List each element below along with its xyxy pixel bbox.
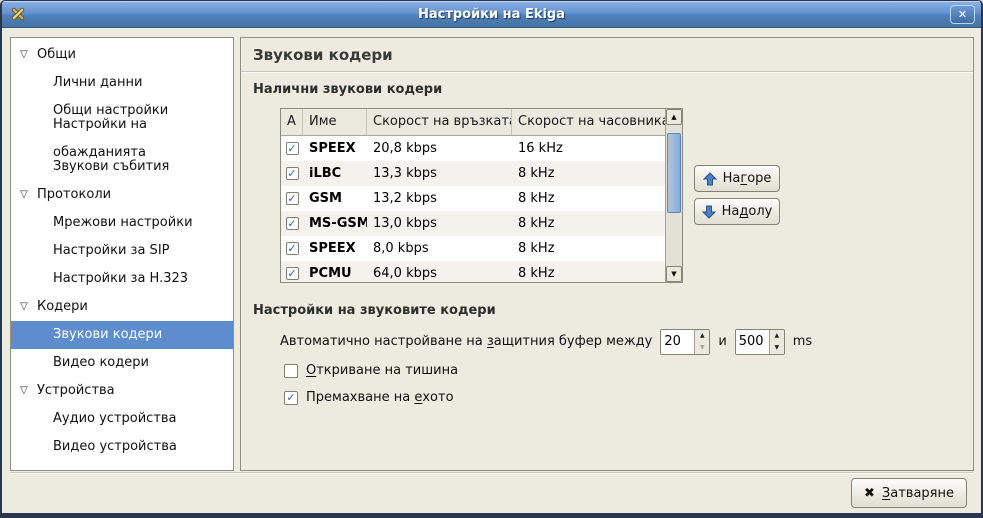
table-row[interactable]: ✓ iLBC 13,3 kbps 8 kHz — [281, 161, 665, 186]
codec-enabled-checkbox[interactable]: ✓ — [286, 242, 299, 255]
sidebar-item-h323-settings[interactable]: Настройки за H.323 — [11, 265, 233, 293]
ms-unit-label: ms — [793, 334, 812, 349]
arrow-up-icon — [703, 172, 717, 186]
check-icon: ✓ — [287, 218, 296, 229]
arrow-down-icon — [702, 205, 716, 219]
spin-down-icon[interactable]: ▼ — [770, 342, 784, 354]
column-header-clock[interactable]: Скорост на часовника — [512, 109, 665, 135]
jitter-min-spinbox[interactable]: ▲ ▼ — [660, 329, 710, 355]
codec-enabled-checkbox[interactable]: ✓ — [286, 142, 299, 155]
titlebar: Настройки на Ekiga ✕ — [2, 1, 981, 28]
table-row[interactable]: ✓ PCMU 64,0 kbps 8 kHz — [281, 261, 665, 283]
scroll-down-button[interactable]: ▼ — [666, 266, 682, 282]
sidebar-item-protocols[interactable]: ▽Протоколи — [11, 181, 233, 209]
close-dialog-button[interactable]: ✖ Затваряне — [851, 478, 967, 508]
close-icon: ✕ — [958, 8, 967, 21]
check-icon: ✓ — [287, 243, 296, 254]
spin-up-icon[interactable]: ▲ — [695, 330, 709, 342]
sidebar-item-audio-codecs[interactable]: Звукови кодери — [11, 321, 233, 349]
main-panel: Звукови кодери Налични звукови кодери А … — [240, 37, 974, 471]
sidebar-item-call-options[interactable]: Настройки на обажданията — [11, 125, 233, 153]
sidebar-item-network-settings[interactable]: Мрежови настройки — [11, 209, 233, 237]
window-title: Настройки на Ekiga — [2, 7, 981, 22]
spin-down-icon[interactable]: ▼ — [695, 342, 709, 354]
spin-up-icon[interactable]: ▲ — [770, 330, 784, 342]
settings-tree: ▽Общи Лични данни Общи настройки Настрой… — [10, 37, 234, 471]
scroll-up-button[interactable]: ▲ — [666, 109, 682, 125]
jitter-max-spinbox[interactable]: ▲ ▼ — [735, 329, 785, 355]
close-x-icon: ✖ — [864, 486, 875, 501]
silence-detection-checkbox-row[interactable]: Откриване на тишина — [284, 363, 458, 378]
echo-cancellation-label: Премахване на ехото — [306, 390, 454, 405]
silence-detection-label: Откриване на тишина — [306, 363, 458, 378]
codec-enabled-checkbox[interactable]: ✓ — [286, 167, 299, 180]
codecs-section-title: Налични звукови кодери — [253, 82, 442, 97]
codec-enabled-checkbox[interactable]: ✓ — [286, 217, 299, 230]
jitter-max-input[interactable] — [736, 330, 769, 354]
check-icon: ✓ — [287, 268, 296, 279]
and-label: и — [718, 334, 726, 349]
move-up-button[interactable]: Нагоре — [694, 165, 780, 192]
check-icon: ✓ — [287, 193, 296, 204]
codec-table-header: А Име Скорост на връзката Скорост на час… — [281, 109, 665, 136]
table-row[interactable]: ✓ SPEEX 8,0 kbps 8 kHz — [281, 236, 665, 261]
preferences-window: Настройки на Ekiga ✕ ▽Общи Лични данни О… — [0, 0, 983, 518]
page-title: Звукови кодери — [253, 46, 393, 64]
footer-separator — [10, 472, 973, 473]
expander-icon[interactable]: ▽ — [11, 181, 37, 209]
sidebar-item-video-codecs[interactable]: Видео кодери — [11, 349, 233, 377]
scroll-down-icon: ▼ — [671, 270, 676, 278]
table-scrollbar[interactable]: ▲ ▼ — [665, 109, 682, 282]
codec-table: А Име Скорост на връзката Скорост на час… — [280, 108, 683, 283]
check-icon: ✓ — [286, 392, 295, 403]
column-header-name[interactable]: Име — [303, 109, 367, 135]
column-header-bitrate[interactable]: Скорост на връзката — [367, 109, 512, 135]
sidebar-item-audio-devices[interactable]: Аудио устройства — [11, 405, 233, 433]
expander-icon[interactable]: ▽ — [11, 41, 37, 69]
echo-cancellation-checkbox-row[interactable]: ✓ Премахване на ехото — [284, 390, 454, 405]
scrollbar-thumb[interactable] — [667, 133, 681, 213]
jitter-min-input[interactable] — [661, 330, 694, 354]
sidebar-item-personal-data[interactable]: Лични данни — [11, 69, 233, 97]
expander-icon[interactable]: ▽ — [11, 293, 37, 321]
codec-settings-section-title: Настройки на звуковите кодери — [253, 303, 496, 318]
check-icon: ✓ — [287, 168, 296, 179]
sidebar-item-sip-settings[interactable]: Настройки за SIP — [11, 237, 233, 265]
codec-enabled-checkbox[interactable]: ✓ — [286, 192, 299, 205]
column-header-active[interactable]: А — [281, 109, 303, 135]
scroll-up-icon: ▲ — [671, 113, 676, 121]
jitter-buffer-row: Автоматично настройване на защитния буфе… — [280, 328, 812, 355]
sidebar-item-codecs[interactable]: ▽Кодери — [11, 293, 233, 321]
expander-icon[interactable]: ▽ — [11, 377, 37, 405]
codec-enabled-checkbox[interactable]: ✓ — [286, 267, 299, 280]
move-down-button[interactable]: Надолу — [694, 198, 780, 225]
table-row[interactable]: ✓ SPEEX 20,8 kbps 16 kHz — [281, 136, 665, 161]
sidebar-item-general[interactable]: ▽Общи — [11, 41, 233, 69]
sidebar-item-devices[interactable]: ▽Устройства — [11, 377, 233, 405]
header-separator — [241, 71, 973, 72]
table-row[interactable]: ✓ MS-GSM 13,0 kbps 8 kHz — [281, 211, 665, 236]
echo-cancellation-checkbox[interactable]: ✓ — [284, 391, 298, 405]
sidebar-item-video-devices[interactable]: Видео устройства — [11, 433, 233, 461]
table-row[interactable]: ✓ GSM 13,2 kbps 8 kHz — [281, 186, 665, 211]
check-icon: ✓ — [287, 143, 296, 154]
silence-detection-checkbox[interactable] — [284, 364, 298, 378]
jitter-buffer-label: Автоматично настройване на защитния буфе… — [280, 334, 652, 349]
window-close-button[interactable]: ✕ — [950, 5, 975, 24]
